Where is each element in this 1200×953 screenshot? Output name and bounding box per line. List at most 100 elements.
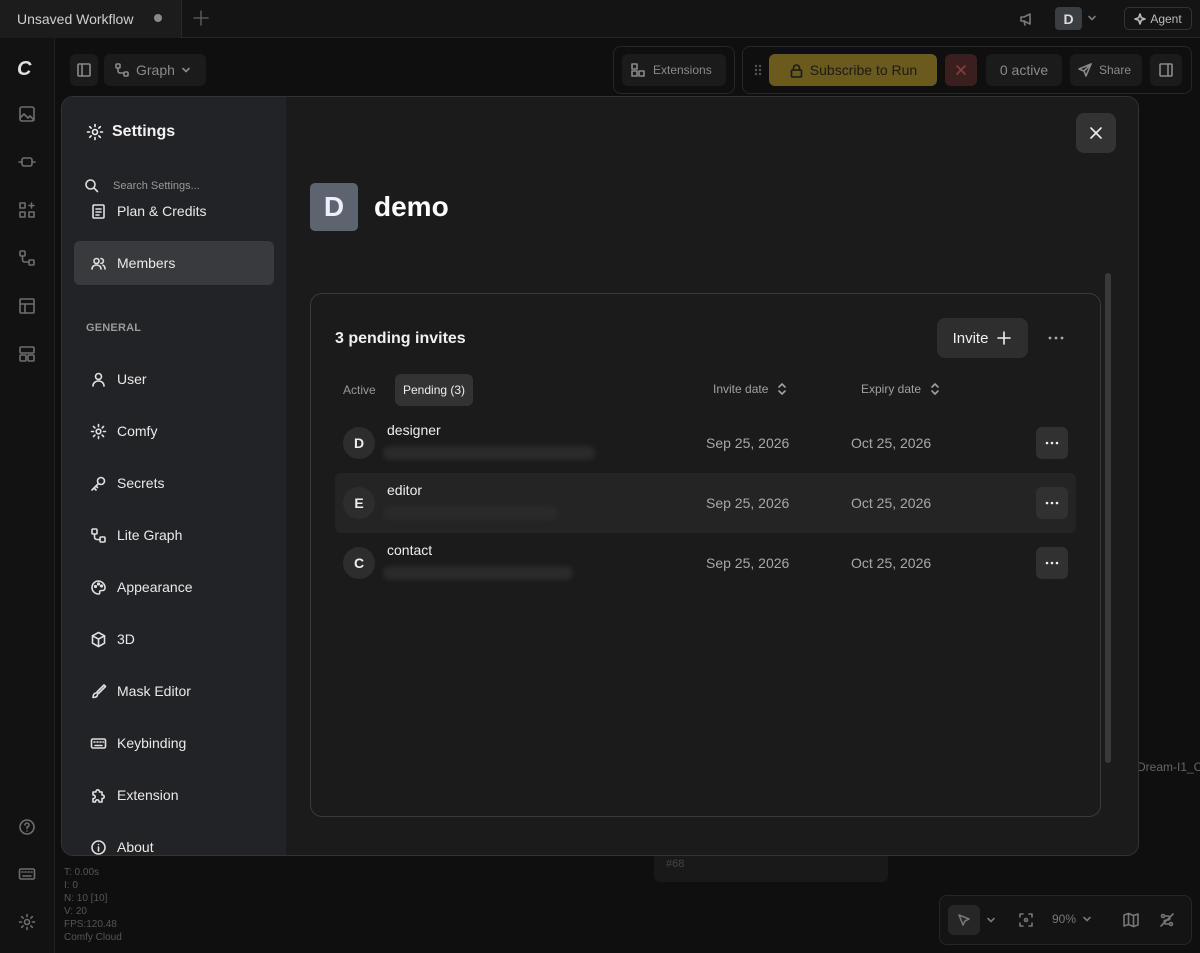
nav-item-mask-editor[interactable]: Mask Editor xyxy=(74,669,274,713)
image-icon[interactable] xyxy=(18,105,36,123)
nav-item-keybinding[interactable]: Keybinding xyxy=(74,721,274,765)
close-button[interactable] xyxy=(1076,113,1116,153)
settings-sidebar: Settings Search Settings... Plan & Credi… xyxy=(62,97,286,855)
nav-item-label: Members xyxy=(117,255,176,271)
members-card: 3 pending invites Invite Active Pending … xyxy=(310,293,1101,817)
minimap-icon[interactable] xyxy=(1123,912,1139,928)
workspace-initial: D xyxy=(323,191,345,222)
expiry-date: Oct 25, 2026 xyxy=(851,495,932,511)
canvas-stats: T: 0.00s I: 0 N: 10 [10] V: 20 FPS:120.4… xyxy=(64,866,122,944)
close-icon xyxy=(956,65,966,75)
more-options-icon xyxy=(1045,561,1059,565)
left-rail: C xyxy=(0,38,55,953)
expiry-date-sort-header[interactable]: Expiry date xyxy=(861,382,941,396)
workflows-icon[interactable] xyxy=(18,249,36,267)
invitee-name: designer xyxy=(387,422,441,438)
nav-item-comfy[interactable]: Comfy xyxy=(74,409,274,453)
invitee-avatar: D xyxy=(343,427,375,459)
pending-invites-heading: 3 pending invites xyxy=(335,330,466,347)
invite-date-header: Invite date xyxy=(713,382,769,396)
invite-button[interactable]: Invite xyxy=(937,318,1028,358)
plus-icon xyxy=(997,331,1012,345)
nav-item-members[interactable]: Members xyxy=(74,241,274,285)
brush-icon xyxy=(92,683,107,698)
chevron-down-icon[interactable] xyxy=(1087,13,1097,23)
panel-toggle-icon[interactable] xyxy=(70,54,98,86)
invitee-name: contact xyxy=(387,542,433,558)
settings-content: D demo 3 pending invites Invite Active P… xyxy=(286,97,1138,855)
user-icon xyxy=(92,372,105,387)
invite-date: Sep 25, 2026 xyxy=(706,435,790,451)
invite-date-sort-header[interactable]: Invite date xyxy=(713,382,788,396)
more-options-icon[interactable] xyxy=(1047,330,1065,346)
keyboard-icon[interactable] xyxy=(18,865,36,883)
zoom-level: 90% xyxy=(1052,912,1077,926)
table-row[interactable]: C contact Sep 25, 2026 Oct 25, 2026 xyxy=(335,533,1076,593)
nav-item-user[interactable]: User xyxy=(74,357,274,401)
models-icon[interactable] xyxy=(18,201,36,219)
agent-button[interactable]: Agent xyxy=(1124,7,1192,30)
nav-item-secrets[interactable]: Secrets xyxy=(74,461,274,505)
table-row[interactable]: D designer Sep 25, 2026 Oct 25, 2026 xyxy=(335,413,1076,473)
send-icon xyxy=(1078,63,1092,77)
select-tool-icon[interactable] xyxy=(948,905,980,935)
user-avatar-initial: D xyxy=(1063,10,1074,27)
help-icon[interactable] xyxy=(18,818,36,836)
document-icon xyxy=(92,203,105,219)
nav-item-extension[interactable]: Extension xyxy=(74,773,274,817)
drag-handle-icon[interactable] xyxy=(753,63,763,77)
tab-active[interactable]: Active xyxy=(335,374,384,406)
gear-icon[interactable] xyxy=(18,913,36,931)
chevron-down-icon[interactable] xyxy=(986,915,996,925)
subscribe-to-run-button[interactable]: Subscribe to Run xyxy=(769,54,937,86)
nav-item-label: Mask Editor xyxy=(117,683,191,699)
settings-title: Settings xyxy=(86,123,175,141)
tab-pending[interactable]: Pending (3) xyxy=(395,374,474,406)
row-actions-button[interactable] xyxy=(1036,427,1068,459)
settings-title-text: Settings xyxy=(112,123,176,140)
workflow-tab[interactable]: Unsaved Workflow xyxy=(0,0,182,38)
row-actions-button[interactable] xyxy=(1036,487,1068,519)
stat-line: I: 0 xyxy=(64,880,78,891)
cancel-run-button[interactable] xyxy=(945,54,977,86)
settings-group-label: GENERAL xyxy=(86,322,142,334)
extensions-icon xyxy=(631,63,645,77)
canvas-node[interactable]: #68 xyxy=(654,852,888,882)
nav-item-appearance[interactable]: Appearance xyxy=(74,565,274,609)
invitee-avatar: C xyxy=(343,547,375,579)
layout-icon[interactable] xyxy=(18,345,36,363)
unsaved-dot-icon xyxy=(154,14,162,22)
graph-mode-dropdown[interactable]: Graph xyxy=(104,54,206,86)
active-queue-label: 0 active xyxy=(999,62,1049,78)
stat-line: FPS:120.48 xyxy=(64,919,117,930)
right-panel-toggle-icon[interactable] xyxy=(1150,54,1182,86)
invitee-initial: C xyxy=(353,555,365,571)
nav-item-about[interactable]: About xyxy=(74,825,274,855)
sort-icon xyxy=(931,383,939,395)
new-tab-icon[interactable] xyxy=(192,9,210,27)
invitee-avatar: E xyxy=(343,487,375,519)
active-queue-button[interactable]: 0 active xyxy=(986,54,1062,86)
table-row[interactable]: E editor Sep 25, 2026 Oct 25, 2026 xyxy=(335,473,1076,533)
palette-icon xyxy=(91,579,106,595)
megaphone-icon[interactable] xyxy=(1018,10,1036,28)
fit-view-icon[interactable] xyxy=(1018,912,1034,928)
nav-item-lite-graph[interactable]: Lite Graph xyxy=(74,513,274,557)
comfy-logo-icon[interactable]: C xyxy=(17,58,31,81)
chevron-down-icon xyxy=(1083,916,1091,922)
redacted-email xyxy=(383,506,559,520)
nav-item-label: User xyxy=(117,371,147,387)
templates-icon[interactable] xyxy=(18,297,36,315)
expiry-date-header: Expiry date xyxy=(861,382,922,396)
nav-item-label: Appearance xyxy=(117,579,193,595)
extensions-button[interactable]: Extensions xyxy=(622,54,726,86)
user-avatar[interactable]: D xyxy=(1055,7,1082,30)
nav-item-3d[interactable]: 3D xyxy=(74,617,274,661)
node-library-icon[interactable] xyxy=(18,153,36,171)
link-visibility-icon[interactable] xyxy=(1159,912,1175,928)
zoom-dropdown[interactable]: 90% xyxy=(1052,912,1092,926)
nav-item-plan-credits[interactable]: Plan & Credits xyxy=(74,189,274,233)
share-button[interactable]: Share xyxy=(1070,54,1142,86)
scrollbar[interactable] xyxy=(1105,273,1111,763)
row-actions-button[interactable] xyxy=(1036,547,1068,579)
